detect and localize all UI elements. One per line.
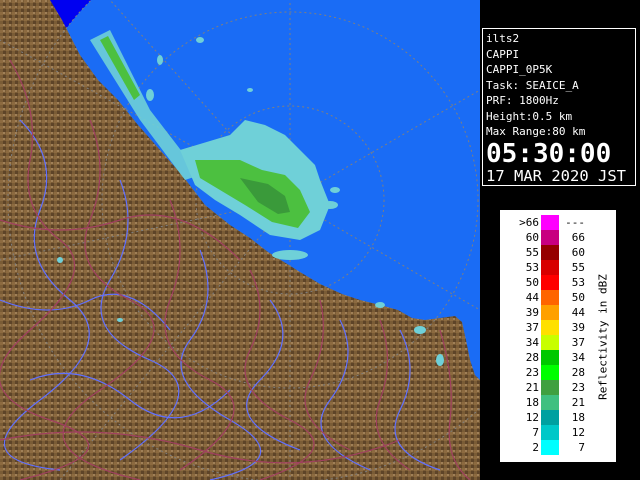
legend-row-upper-bound: 44: [571, 306, 585, 319]
observation-time: 05:30:00: [486, 138, 612, 169]
observation-date: 17 MAR 2020 JST: [486, 166, 626, 185]
legend-title-wrapper: Reflectivity in dBZ: [593, 211, 613, 463]
legend-color-swatch: [541, 260, 559, 275]
legend-color-swatch: [541, 425, 559, 440]
legend-row-upper-bound: 34: [571, 351, 585, 364]
prf-value: PRF: 1800Hz: [486, 94, 559, 107]
legend-row-lower-bound: 34: [525, 336, 539, 349]
legend-row-upper-bound: ---: [565, 216, 585, 229]
legend-color-swatch: [541, 365, 559, 380]
legend-row-lower-bound: 28: [525, 351, 539, 364]
legend-row-lower-bound: 21: [525, 381, 539, 394]
legend-row-upper-bound: 21: [571, 396, 585, 409]
legend-color-swatch: [541, 395, 559, 410]
legend-color-swatch: [541, 305, 559, 320]
legend-row-upper-bound: 23: [571, 381, 585, 394]
legend-row-upper-bound: 66: [571, 231, 585, 244]
legend-color-swatch: [541, 335, 559, 350]
product-id: CAPPI_0P5K: [486, 63, 553, 76]
legend-color-swatch: [541, 215, 559, 230]
legend-title: Reflectivity in dBZ: [596, 274, 610, 400]
legend-row-lower-bound: 7: [532, 426, 539, 439]
legend-row-lower-bound: 50: [525, 276, 539, 289]
legend-row-upper-bound: 18: [571, 411, 585, 424]
legend-row-lower-bound: 12: [525, 411, 539, 424]
legend-row-upper-bound: 7: [578, 441, 585, 454]
task-name: Task: SEAICE_A: [486, 78, 579, 92]
radar-map[interactable]: [0, 0, 480, 480]
legend-color-swatch: [541, 290, 559, 305]
legend-color-swatch: [541, 380, 559, 395]
height-value: Height:0.5 km: [486, 109, 573, 123]
legend-color-swatch: [541, 410, 559, 425]
legend-row-lower-bound: 55: [525, 246, 539, 259]
legend-row-upper-bound: 53: [571, 276, 585, 289]
legend-row-upper-bound: 12: [571, 426, 585, 439]
legend-row-lower-bound: >66: [519, 216, 539, 229]
legend-row-lower-bound: 23: [525, 366, 539, 379]
legend-row-lower-bound: 37: [525, 321, 539, 334]
legend-row-upper-bound: 50: [571, 291, 585, 304]
max-range-value: Max Range:80 km: [486, 125, 586, 138]
radar-info-box: ilts2 CAPPI CAPPI_0P5K Task: SEAICE_A PR…: [482, 28, 636, 186]
legend-color-swatch: [541, 230, 559, 245]
legend-row-lower-bound: 53: [525, 261, 539, 274]
legend-row-lower-bound: 60: [525, 231, 539, 244]
legend-row-upper-bound: 37: [571, 336, 585, 349]
reflectivity-legend: >66 --- 60 66 55 60 53 55 50 53 44 50 39 44 37 39 34 37 28…: [500, 210, 616, 462]
legend-row-lower-bound: 44: [525, 291, 539, 304]
legend-color-swatch: [541, 245, 559, 260]
legend-color-swatch: [541, 275, 559, 290]
legend-row-upper-bound: 55: [571, 261, 585, 274]
legend-row-upper-bound: 39: [571, 321, 585, 334]
legend-row-lower-bound: 18: [525, 396, 539, 409]
sidebar: ilts2 CAPPI CAPPI_0P5K Task: SEAICE_A PR…: [480, 0, 640, 480]
radar-map-graphics: [0, 0, 480, 480]
site-name: ilts2: [486, 32, 520, 45]
legend-row-lower-bound: 2: [532, 441, 539, 454]
legend-row-lower-bound: 39: [525, 306, 539, 319]
legend-row-upper-bound: 60: [571, 246, 585, 259]
legend-row-upper-bound: 28: [571, 366, 585, 379]
legend-color-swatch: [541, 320, 559, 335]
legend-color-swatch: [541, 440, 559, 455]
legend-color-swatch: [541, 350, 559, 365]
product-name: CAPPI: [486, 47, 520, 61]
